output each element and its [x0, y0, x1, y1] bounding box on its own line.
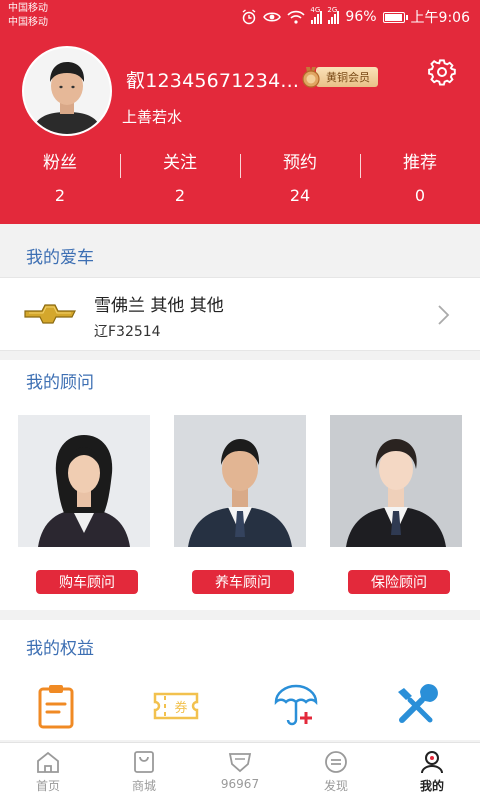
- stats-row: 粉丝 2 关注 2 预约 24 推荐 0: [0, 150, 480, 214]
- advisor-photo: [174, 415, 306, 547]
- chevrolet-logo-icon: [24, 304, 76, 324]
- advisor-card-purchase[interactable]: 购车顾问: [18, 415, 150, 594]
- home-icon: [37, 751, 59, 773]
- tab-label: 我的: [419, 779, 444, 793]
- tab-discover[interactable]: 发现: [288, 743, 384, 800]
- stat-fans[interactable]: 粉丝 2: [0, 150, 120, 214]
- stat-following[interactable]: 关注 2: [120, 150, 240, 214]
- advisor-card-maintenance[interactable]: 养车顾问: [174, 415, 306, 594]
- username: 叡12345671234...: [126, 70, 300, 92]
- section-title-rights: 我的权益: [26, 639, 94, 659]
- stat-label: 粉丝: [43, 153, 77, 173]
- car-name: 雪佛兰 其他 其他: [94, 296, 224, 316]
- carrier-label-2: 中国移动: [8, 17, 48, 28]
- coupon-icon[interactable]: 券: [152, 682, 200, 730]
- avatar[interactable]: [22, 46, 112, 136]
- stat-value: 2: [174, 186, 186, 205]
- alarm-icon: [241, 9, 257, 25]
- carrier-label-1: 中国移动: [8, 3, 48, 14]
- settings-gear-icon[interactable]: [428, 58, 456, 86]
- shop-bag-icon: [134, 751, 154, 773]
- discover-icon: [325, 751, 347, 773]
- battery-icon: [382, 11, 408, 23]
- tools-icon[interactable]: [392, 682, 440, 730]
- wifi-icon: [287, 10, 306, 24]
- tab-label: 首页: [35, 779, 60, 793]
- tab-hotline[interactable]: 96967: [192, 743, 288, 800]
- section-title-advisors: 我的顾问: [26, 373, 94, 393]
- shield-badge-icon: [228, 753, 252, 773]
- stat-label: 关注: [163, 153, 197, 173]
- network-tag-2: 2G: [327, 5, 338, 14]
- profile-header: 叡12345671234... 黄铜会员 上善若水 粉丝 2 关注 2 预约 2…: [0, 32, 480, 224]
- purchase-advisor-button[interactable]: 购车顾问: [36, 570, 138, 594]
- tab-label: 96967: [220, 777, 260, 791]
- tab-label: 发现: [323, 779, 348, 793]
- member-level-label: 黄铜会员: [316, 67, 378, 87]
- eye-comfort-icon: [263, 10, 282, 24]
- signal-icon-1: 4G: [310, 6, 323, 24]
- tab-label: 商城: [131, 779, 156, 793]
- advisor-photo: [18, 415, 150, 547]
- stat-value: 24: [289, 186, 311, 205]
- signature-text: 上善若水: [122, 108, 183, 126]
- member-badge[interactable]: 黄铜会员: [300, 66, 378, 88]
- insurance-advisor-button[interactable]: 保险顾问: [348, 570, 450, 594]
- tab-home[interactable]: 首页: [0, 743, 96, 800]
- tab-mine[interactable]: 我的: [384, 743, 480, 800]
- profile-icon: [421, 751, 443, 774]
- svg-text:券: 券: [174, 700, 187, 716]
- bottom-tab-bar: 首页 商城 96967 发现 我的: [0, 742, 480, 800]
- signal-icon-2: 2G: [327, 6, 340, 24]
- battery-percent: 96%: [345, 9, 377, 25]
- network-tag-1: 4G: [310, 5, 321, 14]
- car-plate: 辽F32514: [94, 324, 161, 340]
- clipboard-icon[interactable]: [32, 682, 80, 730]
- insurance-umbrella-icon[interactable]: [272, 682, 320, 730]
- chevron-right-icon: [438, 305, 450, 325]
- tab-shop[interactable]: 商城: [96, 743, 192, 800]
- stat-value: 2: [54, 186, 66, 205]
- my-car-card[interactable]: 雪佛兰 其他 其他 辽F32514: [0, 277, 480, 351]
- clock: 上午9:06: [410, 10, 470, 26]
- advisor-card-insurance[interactable]: 保险顾问: [330, 415, 462, 594]
- stat-label: 预约: [283, 153, 317, 173]
- stat-label: 推荐: [403, 153, 437, 173]
- stat-recommend[interactable]: 推荐 0: [360, 150, 480, 214]
- medal-icon: [302, 67, 320, 88]
- advisor-photo: [330, 415, 462, 547]
- stat-appointments[interactable]: 预约 24: [240, 150, 360, 214]
- section-title-my-car: 我的爱车: [26, 248, 94, 268]
- status-bar: 中国移动 中国移动 4G 2G 96% 上午9:06: [0, 0, 480, 32]
- stat-value: 0: [414, 186, 426, 205]
- maintenance-advisor-button[interactable]: 养车顾问: [192, 570, 294, 594]
